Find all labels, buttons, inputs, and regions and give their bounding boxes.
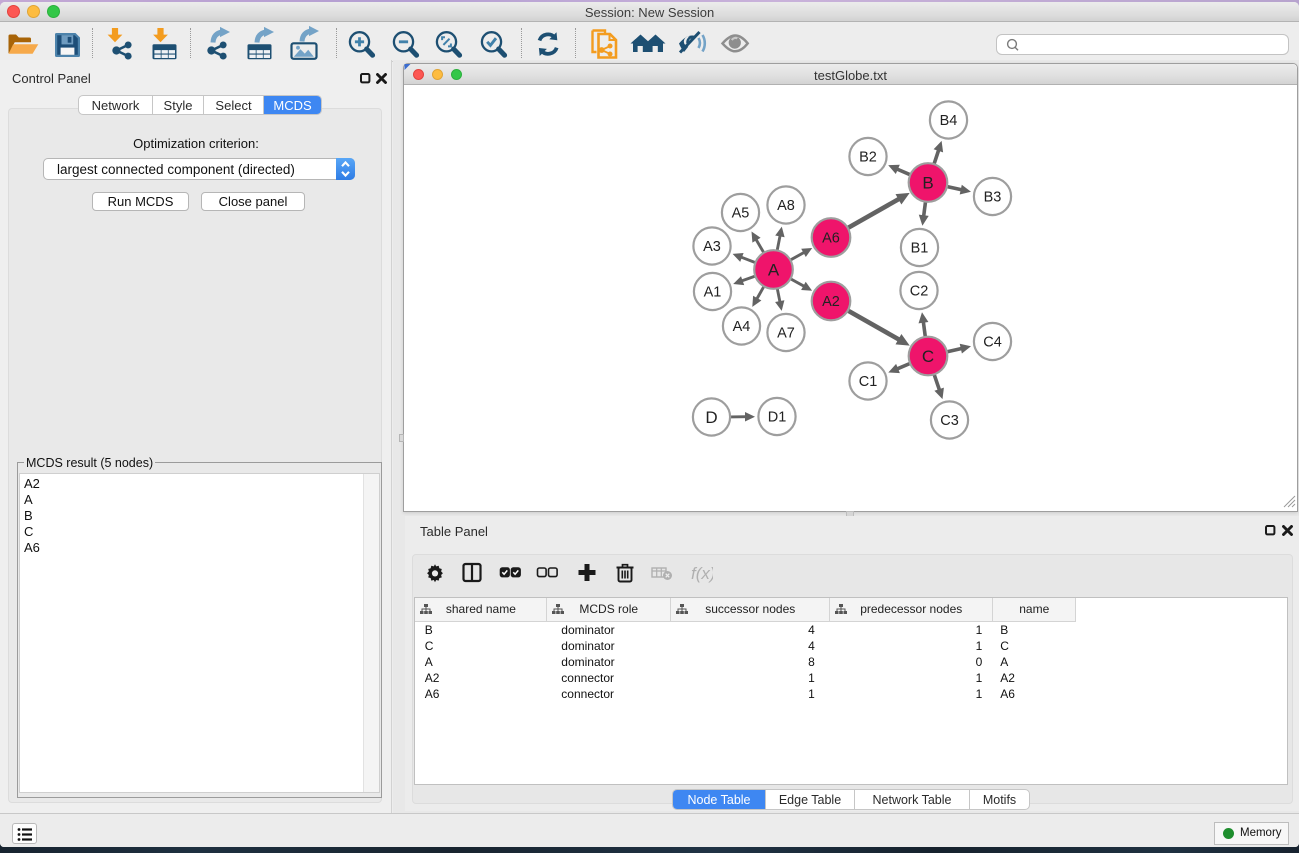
svg-text:f(x): f(x)	[691, 564, 713, 583]
svg-text:A8: A8	[777, 198, 795, 214]
svg-text:A4: A4	[733, 319, 751, 335]
svg-text:C2: C2	[910, 284, 929, 300]
svg-text:D1: D1	[768, 410, 787, 426]
svg-text:A1: A1	[704, 285, 722, 301]
svg-text:A7: A7	[777, 326, 795, 342]
svg-text:C1: C1	[859, 374, 878, 390]
svg-text:B1: B1	[911, 241, 929, 257]
svg-text:A: A	[768, 261, 780, 280]
svg-text:B4: B4	[940, 113, 958, 129]
svg-text:A2: A2	[822, 294, 840, 310]
svg-text:A5: A5	[732, 206, 750, 222]
svg-text:B3: B3	[984, 190, 1002, 206]
svg-text:B: B	[922, 174, 933, 193]
svg-text:C: C	[922, 347, 934, 366]
svg-text:A6: A6	[822, 231, 840, 247]
svg-text:B2: B2	[859, 150, 877, 166]
svg-text:C3: C3	[940, 413, 959, 429]
svg-text:D: D	[705, 408, 717, 427]
svg-text:C4: C4	[983, 335, 1002, 351]
svg-text:A3: A3	[703, 239, 721, 255]
